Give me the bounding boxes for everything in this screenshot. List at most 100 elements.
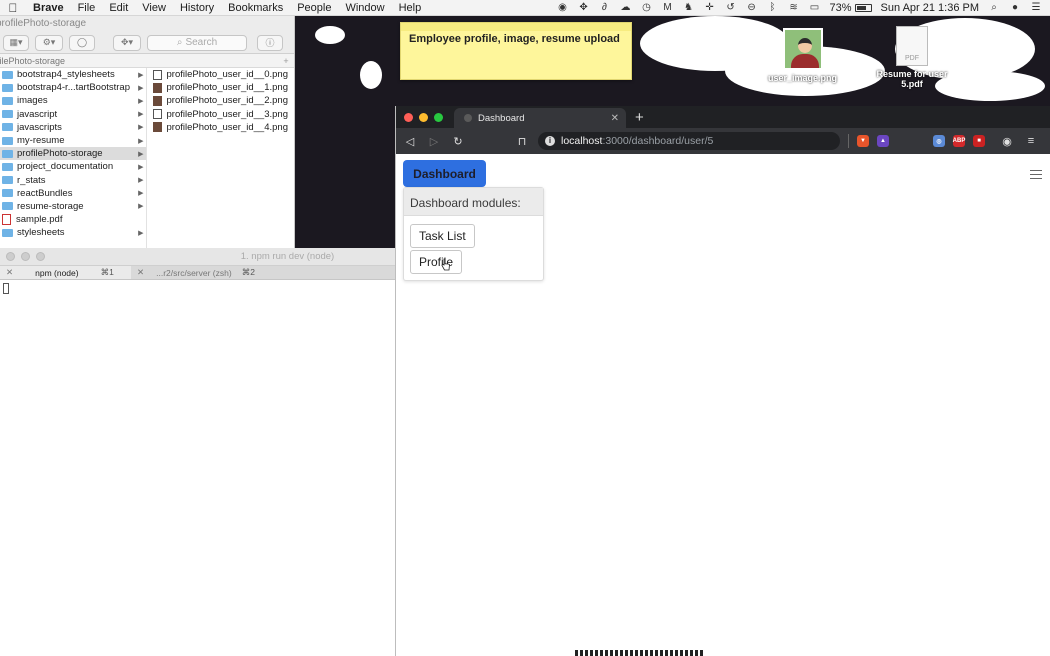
terminal-tab-zsh[interactable]: ✕ ...r2/src/server (zsh) ⌘2: [131, 266, 261, 279]
finder-file-item[interactable]: profilePhoto_user_id__1.png: [147, 81, 295, 94]
bluetooth-icon[interactable]: ᛒ: [767, 2, 779, 13]
finder-file-label: profilePhoto_user_id__1.png: [166, 82, 288, 94]
cloud-icon[interactable]: ☁: [620, 2, 632, 13]
evernote-icon[interactable]: ♞: [683, 2, 695, 13]
finder-file-label: profilePhoto_user_id__0.png: [166, 69, 288, 81]
menu-window[interactable]: Window: [338, 2, 391, 14]
finder-list-item[interactable]: javascripts ▶: [0, 121, 146, 134]
finder-list-item[interactable]: javascript ▶: [0, 108, 146, 121]
finder-list-item[interactable]: bootstrap4_stylesheets ▶: [0, 68, 146, 81]
profile-icon[interactable]: ◉: [999, 135, 1015, 148]
site-info-icon[interactable]: i: [545, 136, 555, 146]
record-icon[interactable]: ◉: [557, 2, 569, 13]
brave-rewards-icon[interactable]: ▲: [877, 135, 889, 147]
menu-file[interactable]: File: [71, 2, 103, 14]
menu-view[interactable]: View: [135, 2, 173, 14]
task-list-button[interactable]: Task List: [410, 224, 475, 248]
finder-file-item[interactable]: profilePhoto_user_id__4.png: [147, 121, 295, 134]
menu-people[interactable]: People: [290, 2, 338, 14]
view-options-button[interactable]: ▦▾: [3, 34, 29, 51]
menubar-clock[interactable]: Sun Apr 21 1:36 PM: [881, 2, 979, 14]
reload-icon[interactable]: ↻: [450, 135, 466, 148]
finder-list-item[interactable]: project_documentation ▶: [0, 160, 146, 173]
finder-columns: bootstrap4_stylesheets ▶ bootstrap4-r...ta…: [0, 68, 294, 248]
disclosure-arrow-icon: ▶: [138, 97, 144, 105]
finder-item-label: reactBundles: [17, 187, 73, 199]
menu-edit[interactable]: Edit: [102, 2, 135, 14]
spotlight-search-icon[interactable]: ⌕: [988, 2, 1000, 13]
tag-button[interactable]: ◯: [69, 34, 95, 51]
finder-list-item[interactable]: r_stats ▶: [0, 174, 146, 187]
terminal-cursor[interactable]: [3, 283, 9, 294]
profile-button[interactable]: Profile: [410, 250, 463, 274]
sticky-note-text: Employee profile, image, resume upload: [409, 33, 620, 45]
menu-help[interactable]: Help: [392, 2, 429, 14]
time-machine-icon[interactable]: ↺: [725, 2, 737, 13]
image-file-icon: [152, 109, 162, 120]
minimize-window-icon[interactable]: [419, 112, 428, 122]
extension-chrome-icon[interactable]: ◎: [933, 135, 945, 147]
close-tab-icon[interactable]: ✕: [6, 267, 13, 278]
terminal-titlebar[interactable]: 1. npm run dev (node): [0, 248, 395, 266]
info-icon[interactable]: ⓘ: [257, 34, 283, 51]
avatar-body: [790, 54, 819, 68]
extension-red-icon[interactable]: ■: [973, 135, 985, 147]
finder-list-item[interactable]: profilePhoto-storage ▶: [0, 147, 146, 161]
address-bar[interactable]: i localhost:3000/dashboard/user/5: [538, 132, 840, 150]
notification-center-icon[interactable]: ☰: [1030, 2, 1042, 13]
apple-menu-icon[interactable]: : [0, 1, 26, 15]
finder-list-item[interactable]: my-resume ▶: [0, 134, 146, 147]
terminal-title: 1. npm run dev (node): [240, 251, 335, 262]
do-not-disturb-icon[interactable]: ⊖: [746, 2, 758, 13]
dropbox-icon[interactable]: ✥: [578, 2, 590, 13]
user-avatar-icon[interactable]: ●: [1009, 2, 1021, 13]
image-file-icon: [152, 95, 162, 106]
dropbox-menu-icon[interactable]: ✥▾: [113, 34, 141, 51]
browser-tab-dashboard[interactable]: Dashboard ✕: [454, 108, 626, 128]
menu-app-name[interactable]: Brave: [26, 2, 71, 14]
mail-icon[interactable]: M: [662, 2, 674, 13]
folder-icon: [2, 149, 13, 158]
desktop-icon-resume-pdf[interactable]: PDF Resume for user 5.pdf: [872, 26, 952, 89]
close-window-icon[interactable]: [404, 112, 413, 122]
signature-icon[interactable]: ∂: [599, 2, 611, 13]
back-icon[interactable]: ◁: [402, 135, 418, 148]
finder-list-item[interactable]: bootstrap4-r...tartBootstrap ▶: [0, 81, 146, 94]
finder-list-item[interactable]: reactBundles ▶: [0, 187, 146, 200]
finder-list-item[interactable]: images ▶: [0, 94, 146, 107]
zoom-window-icon[interactable]: [434, 112, 443, 122]
finder-titlebar[interactable]: profilePhoto-storage: [0, 16, 294, 32]
airplay-icon[interactable]: ▭: [809, 2, 821, 13]
forward-icon[interactable]: ▷: [426, 135, 442, 148]
adblock-plus-icon[interactable]: ABP: [953, 135, 965, 147]
dashboard-button[interactable]: Dashboard: [403, 160, 486, 187]
finder-list-item[interactable]: sample.pdf: [0, 213, 146, 226]
battery-status[interactable]: 73%: [830, 2, 872, 14]
finder-search-input[interactable]: ⌕ Search: [147, 34, 247, 51]
hamburger-menu-icon[interactable]: [1030, 170, 1042, 182]
search-placeholder: Search: [185, 37, 218, 48]
add-tab-icon[interactable]: +: [278, 54, 294, 67]
bookmark-icon[interactable]: ⊓: [514, 135, 530, 148]
finder-list-item[interactable]: stylesheets ▶: [0, 226, 146, 239]
finder-file-item[interactable]: profilePhoto_user_id__2.png: [147, 94, 295, 107]
sticky-note[interactable]: Employee profile, image, resume upload: [400, 22, 632, 80]
browser-menu-icon[interactable]: ≡: [1023, 135, 1039, 147]
wifi-icon[interactable]: ≋: [788, 2, 800, 13]
new-tab-icon[interactable]: +: [626, 109, 644, 126]
menu-bookmarks[interactable]: Bookmarks: [221, 2, 290, 14]
finder-list-item[interactable]: resume-storage ▶: [0, 200, 146, 213]
close-tab-icon[interactable]: ✕: [611, 113, 619, 124]
modules-card-header: Dashboard modules:: [404, 188, 543, 216]
finder-file-item[interactable]: profilePhoto_user_id__3.png: [147, 108, 295, 121]
move-icon[interactable]: ✛: [704, 2, 716, 13]
menu-history[interactable]: History: [173, 2, 221, 14]
brave-shields-icon[interactable]: ▼: [857, 135, 869, 147]
close-tab-icon[interactable]: ✕: [137, 267, 144, 278]
disclosure-arrow-icon: ▶: [138, 111, 144, 119]
finder-file-item[interactable]: profilePhoto_user_id__0.png: [147, 68, 295, 81]
gear-icon[interactable]: ⚙▾: [35, 34, 63, 51]
clock-icon[interactable]: ◷: [641, 2, 653, 13]
desktop-icon-user-image[interactable]: user_image.png: [765, 28, 840, 83]
terminal-tab-npm[interactable]: ✕ npm (node) ⌘1: [0, 266, 131, 279]
